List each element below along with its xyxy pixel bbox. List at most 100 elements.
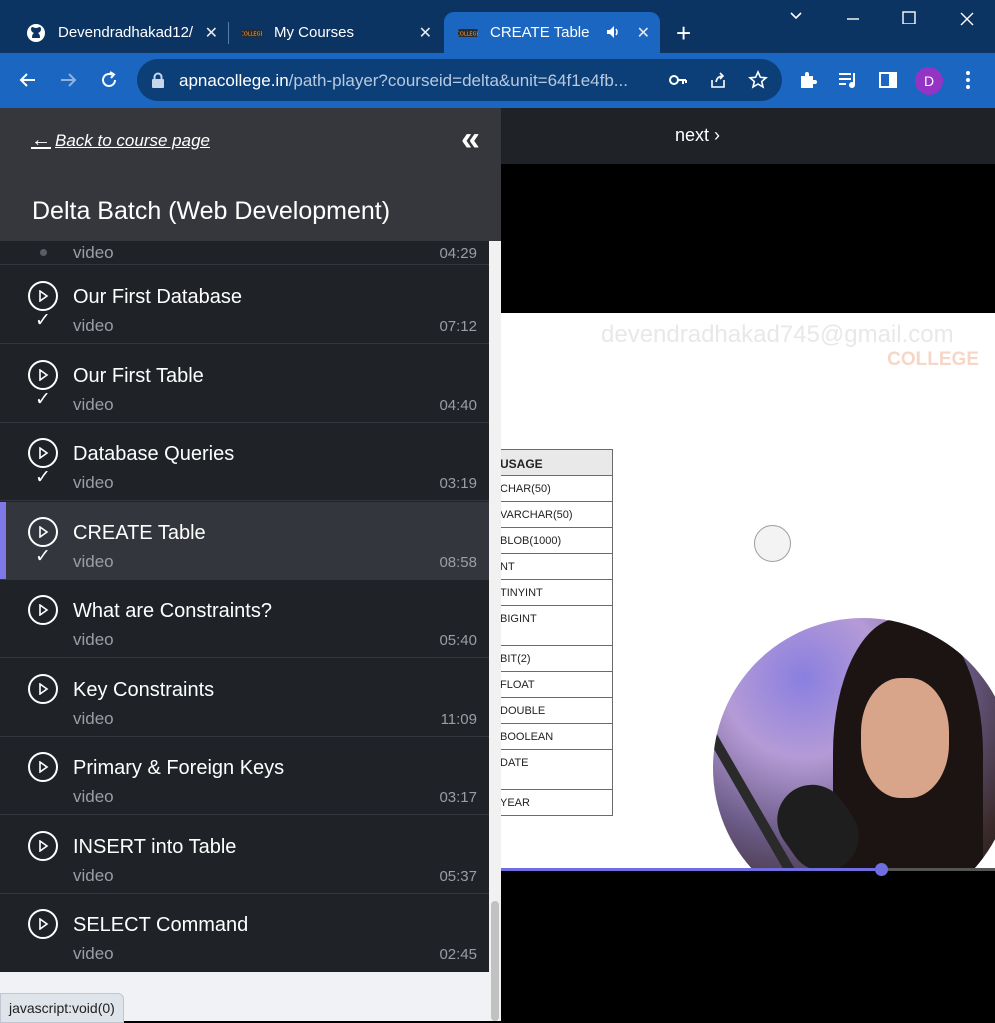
list-item[interactable]: video 04:29 (0, 241, 489, 265)
tab-my-courses[interactable]: COLLEGE My Courses ✕ (230, 12, 442, 53)
list-item[interactable]: SELECT Command video 02:45 (0, 894, 489, 972)
key-icon[interactable] (668, 71, 688, 94)
scrollbar-thumb[interactable] (491, 901, 499, 1021)
table-cell: DATE (501, 749, 613, 790)
list-item[interactable]: INSERT into Table video 05:37 (0, 816, 489, 894)
lesson-duration: 05:37 (439, 868, 477, 885)
media-control-icon[interactable] (835, 67, 861, 93)
side-panel-icon[interactable] (875, 67, 901, 93)
sidebar-scrollbar[interactable] (489, 241, 501, 1021)
apna-college-icon: COLLEGE (242, 23, 262, 43)
lesson-title: Our First Database (73, 286, 242, 308)
list-item[interactable]: ✓ Our First Table video 04:40 (0, 345, 489, 423)
star-icon[interactable] (748, 70, 768, 95)
lesson-kind: video (73, 395, 114, 414)
lesson-title: Key Constraints (73, 679, 215, 701)
url-path: /path-player?courseid=delta&unit=64f1e4f… (288, 71, 628, 90)
minimize-icon[interactable] (845, 8, 861, 29)
close-icon[interactable]: ✕ (419, 23, 432, 43)
next-button[interactable]: next › (675, 125, 720, 146)
player-topbar: next › (501, 108, 995, 164)
lesson-duration: 04:40 (439, 397, 477, 414)
progress-handle[interactable] (875, 863, 889, 876)
presenter-webcam (713, 618, 995, 870)
check-icon: ✓ (35, 467, 51, 488)
table-cell: VARCHAR(50) (501, 501, 613, 528)
tab-search-icon[interactable] (788, 8, 804, 29)
lesson-kind: video (73, 243, 114, 262)
video-watermark: devendradhakad745@gmail.com (601, 321, 954, 348)
tab-create-table[interactable]: COLLEGE CREATE Table ✕ (444, 12, 660, 53)
check-icon: ✓ (35, 389, 51, 410)
list-item[interactable]: ✓ Database Queries video 03:19 (0, 423, 489, 501)
svg-text:COLLEGE: COLLEGE (242, 31, 262, 37)
lesson-kind: video (73, 473, 114, 492)
new-tab-button[interactable]: + (676, 20, 691, 46)
close-window-icon[interactable] (958, 8, 976, 31)
play-circle-icon (28, 674, 58, 704)
svg-text:COLLEGE: COLLEGE (458, 31, 478, 37)
speaker-icon[interactable] (604, 23, 622, 45)
back-arrow-icon[interactable] (15, 67, 41, 93)
play-circle-icon (28, 831, 58, 861)
video-frame[interactable]: devendradhakad745@gmail.com COLLEGE USAG… (501, 313, 995, 870)
lesson-kind: video (73, 866, 114, 885)
list-item-active[interactable]: ✓ CREATE Table video 08:58 (0, 502, 489, 580)
table-cell: DOUBLE (501, 697, 613, 724)
lesson-kind: video (73, 316, 114, 335)
lesson-title: What are Constraints? (73, 600, 272, 622)
lesson-duration: 08:58 (439, 554, 477, 571)
lesson-title: Our First Table (73, 365, 204, 387)
lock-icon[interactable] (151, 72, 165, 93)
lesson-duration: 04:29 (439, 245, 477, 262)
list-item[interactable]: Key Constraints video 11:09 (0, 659, 489, 737)
forward-arrow-icon[interactable] (55, 67, 81, 93)
url-host: apnacollege.in (179, 71, 289, 90)
table-cell: NT (501, 553, 613, 580)
lesson-title: CREATE Table (73, 522, 206, 544)
table-cell: BLOB(1000) (501, 527, 613, 554)
lesson-list: video 04:29 ✓ Our First Database video 0… (0, 241, 489, 972)
lesson-kind: video (73, 630, 114, 649)
lesson-kind: video (73, 787, 114, 806)
table-cell: FLOAT (501, 671, 613, 698)
tab-github[interactable]: Devendradhakad12/ ✕ (14, 12, 228, 53)
table-header: USAGE (501, 449, 613, 476)
back-to-course-link[interactable]: ← Back to course page (31, 129, 210, 152)
status-bar-url: javascript:void(0) (0, 993, 124, 1023)
table-cell: YEAR (501, 789, 613, 816)
collapse-sidebar-icon[interactable]: « (461, 120, 480, 159)
list-item[interactable]: Primary & Foreign Keys video 03:17 (0, 737, 489, 815)
url-text: apnacollege.in/path-player?courseid=delt… (179, 71, 628, 91)
progress-fill (501, 868, 882, 871)
lesson-duration: 02:45 (439, 946, 477, 963)
check-icon: ✓ (35, 546, 51, 567)
light-stand (713, 717, 798, 870)
lesson-kind: video (73, 552, 114, 571)
close-icon[interactable]: ✕ (205, 23, 218, 43)
table-cell: TINYINT (501, 579, 613, 606)
play-circle-icon (28, 752, 58, 782)
table-cell: BIT(2) (501, 645, 613, 672)
list-item[interactable]: What are Constraints? video 05:40 (0, 580, 489, 658)
more-menu-icon[interactable] (955, 67, 981, 93)
share-icon[interactable] (708, 70, 728, 95)
maximize-icon[interactable] (901, 8, 917, 29)
list-item[interactable]: ✓ Our First Database video 07:12 (0, 266, 489, 344)
chevron-right-icon: › (714, 125, 721, 145)
tab-separator (228, 22, 229, 44)
next-label: next (675, 125, 710, 145)
reload-icon[interactable] (96, 67, 122, 93)
extensions-icon[interactable] (795, 67, 821, 93)
browser-toolbar: apnacollege.in/path-player?courseid=delt… (0, 53, 995, 108)
play-circle-icon (28, 438, 58, 468)
video-progress-bar[interactable] (501, 863, 995, 876)
back-label: Back to course page (55, 130, 210, 150)
lesson-duration: 03:17 (439, 789, 477, 806)
profile-avatar[interactable]: D (915, 67, 943, 95)
close-icon[interactable]: ✕ (637, 23, 650, 43)
datatype-table: USAGE CHAR(50) VARCHAR(50) BLOB(1000) NT… (501, 449, 613, 816)
page-content: ← Back to course page « Delta Batch (Web… (0, 108, 995, 1023)
cursor-highlight (754, 525, 791, 562)
address-bar[interactable]: apnacollege.in/path-player?courseid=delt… (137, 59, 782, 101)
